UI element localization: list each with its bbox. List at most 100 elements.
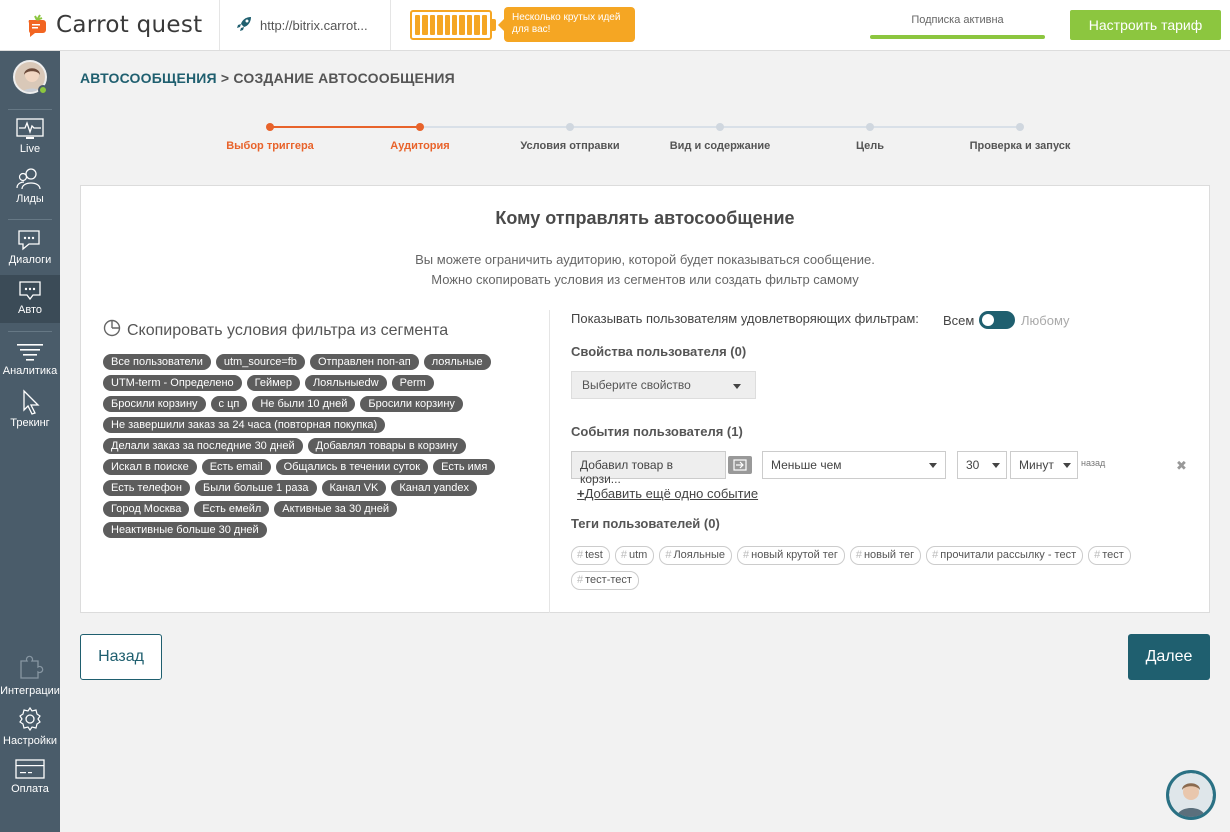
segment-tag[interactable]: Бросили корзину xyxy=(360,396,463,412)
step-trigger[interactable]: Выбор триггера xyxy=(195,140,345,152)
cursor-icon xyxy=(0,389,60,415)
user-tag[interactable]: # новый крутой тег xyxy=(737,546,845,565)
user-tag[interactable]: # новый тег xyxy=(849,546,922,565)
user-tag[interactable]: # utm xyxy=(614,546,655,565)
step-conditions[interactable]: Условия отправки xyxy=(495,140,645,152)
segment-tag[interactable]: Не завершили заказ за 24 часа (повторная… xyxy=(103,417,386,433)
sidebar-item-label: Настройки xyxy=(3,735,57,747)
step-review[interactable]: Проверка и запуск xyxy=(945,140,1095,152)
property-select[interactable]: Выберите свойство xyxy=(571,371,756,399)
next-button[interactable]: Далее xyxy=(1128,634,1210,680)
event-select-text: Добавил товар в корзи... xyxy=(580,458,673,486)
support-chat-avatar[interactable] xyxy=(1166,770,1216,820)
sidebar-item-tracking[interactable]: Трекинг xyxy=(0,389,60,433)
hash-icon: # xyxy=(577,549,584,561)
sidebar-item-auto[interactable]: Авто xyxy=(0,275,60,323)
segment-tag[interactable]: Есть емейл xyxy=(194,501,270,517)
breadcrumb-parent[interactable]: АВТОСООБЩЕНИЯ xyxy=(80,70,217,86)
user-tag[interactable]: # тест-тест xyxy=(571,571,639,590)
sidebar-item-label: Лиды xyxy=(16,193,44,205)
hash-icon: # xyxy=(1094,549,1101,561)
subscription-status: Подписка активна xyxy=(911,14,1004,26)
remove-event-close-icon[interactable]: ✖ xyxy=(1176,458,1187,474)
card-description: Вы можете ограничить аудиторию, которой … xyxy=(81,250,1209,290)
battery-progress-icon[interactable] xyxy=(410,10,492,40)
segment-tag[interactable]: Бросили корзину xyxy=(103,396,206,412)
add-event-link[interactable]: +Добавить ещё одно событие xyxy=(577,486,758,501)
sidebar-item-leads[interactable]: Лиды xyxy=(0,167,60,211)
puzzle-icon xyxy=(0,655,60,683)
filter-mode-any[interactable]: Любому xyxy=(1021,313,1070,328)
sidebar-item-integrations[interactable]: Интеграции xyxy=(0,655,60,699)
sidebar-item-analytics[interactable]: Аналитика xyxy=(0,341,60,385)
user-tag[interactable]: # прочитали рассылку - тест xyxy=(926,546,1084,565)
user-tag-label: тест xyxy=(1102,549,1124,561)
sidebar-item-dialogs[interactable]: Диалоги xyxy=(0,228,60,272)
segment-tag[interactable]: Активные за 30 дней xyxy=(274,501,397,517)
step-dot-goal xyxy=(866,123,874,131)
site-selector[interactable]: http://bitrix.carrot... xyxy=(220,0,391,50)
ideas-tooltip[interactable]: Несколько крутых идей для вас! xyxy=(498,7,635,42)
step-audience[interactable]: Аудитория xyxy=(345,140,495,152)
segment-tag[interactable]: Геймер xyxy=(246,375,300,391)
sidebar-item-label: Диалоги xyxy=(8,254,52,266)
segment-tag[interactable]: с цп xyxy=(210,396,248,412)
segment-tag[interactable]: Канал yandex xyxy=(391,480,478,496)
sidebar-item-label: Оплата xyxy=(11,783,49,795)
event-condition-select[interactable]: Меньше чем xyxy=(762,451,946,479)
card-icon xyxy=(0,757,60,781)
user-tag[interactable]: # test xyxy=(571,546,610,565)
online-status-dot xyxy=(38,85,48,95)
segment-tag[interactable]: Неактивные больше 30 дней xyxy=(103,522,267,538)
rocket-icon xyxy=(236,16,252,35)
segment-tag[interactable]: Не были 10 дней xyxy=(252,396,356,412)
segment-tag[interactable]: UTM-term - Определено xyxy=(103,375,242,391)
audience-card: Кому отправлять автосообщение Вы можете … xyxy=(80,185,1210,613)
segment-tag[interactable]: utm_source=fb xyxy=(215,354,305,370)
segment-tag[interactable]: лояльные xyxy=(423,354,491,370)
brand-logo[interactable]: Carrot quest xyxy=(0,0,220,50)
segment-tag[interactable]: Лояльныеdw xyxy=(304,375,387,391)
user-tag[interactable]: # тест xyxy=(1088,546,1131,565)
filter-mode-all[interactable]: Всем xyxy=(943,313,974,328)
event-amount-input[interactable]: 30 xyxy=(957,451,1007,479)
segment-tag[interactable]: Есть телефон xyxy=(103,480,190,496)
segment-tag[interactable]: Город Москва xyxy=(103,501,190,517)
sidebar-item-live[interactable]: Live xyxy=(0,117,60,161)
sidebar-item-settings[interactable]: Настройки xyxy=(0,705,60,749)
filter-mode-toggle[interactable] xyxy=(979,311,1015,329)
event-select[interactable]: Добавил товар в корзи... xyxy=(571,451,726,486)
subscription-bar xyxy=(870,35,1045,39)
step-content[interactable]: Вид и содержание xyxy=(645,140,795,152)
segment-tag[interactable]: Есть email xyxy=(201,459,271,475)
configure-tariff-button[interactable]: Настроить тариф xyxy=(1070,10,1221,40)
event-unit-select[interactable]: Минут xyxy=(1010,451,1078,479)
breadcrumb-separator: > xyxy=(216,70,234,86)
segment-tag[interactable]: Канал VK xyxy=(321,480,387,496)
step-goal[interactable]: Цель xyxy=(795,140,945,152)
user-tag[interactable]: # Лояльные xyxy=(659,546,732,565)
hash-icon: # xyxy=(577,574,584,586)
segment-tag[interactable]: Отправлен поп-ап xyxy=(309,354,419,370)
segment-tag[interactable]: Были больше 1 раза xyxy=(194,480,317,496)
pulse-icon xyxy=(0,117,60,141)
hash-icon: # xyxy=(855,549,862,561)
sidebar-item-billing[interactable]: Оплата xyxy=(0,757,60,801)
segment-tag[interactable]: Делали заказ за последние 30 дней xyxy=(103,438,303,454)
segment-tag[interactable]: Perm xyxy=(391,375,434,391)
segment-tag[interactable]: Искал в поиске xyxy=(103,459,197,475)
segment-copy-heading: Скопировать условия фильтра из сегмента xyxy=(103,319,448,342)
user-tag-list: # test # utm # Лояльные # новый крутой тег # новы… xyxy=(571,546,1191,590)
chevron-down-icon xyxy=(1063,463,1071,468)
segment-tag[interactable]: Есть имя xyxy=(433,459,496,475)
user-tags-label: Теги пользователей (0) xyxy=(571,516,720,531)
hash-icon: # xyxy=(620,549,627,561)
back-button[interactable]: Назад xyxy=(80,634,162,680)
filter-mode-label: Показывать пользователям удовлетворяющих… xyxy=(571,311,919,326)
segment-tag[interactable]: Все пользователи xyxy=(103,354,211,370)
event-link-icon[interactable] xyxy=(728,456,752,474)
segment-tag[interactable]: Добавлял товары в корзину xyxy=(307,438,466,454)
breadcrumb: АВТОСООБЩЕНИЯ > СОЗДАНИЕ АВТОСООБЩЕНИЯ xyxy=(80,70,455,86)
step-dot-content xyxy=(716,123,724,131)
segment-tag[interactable]: Общались в течении суток xyxy=(275,459,429,475)
